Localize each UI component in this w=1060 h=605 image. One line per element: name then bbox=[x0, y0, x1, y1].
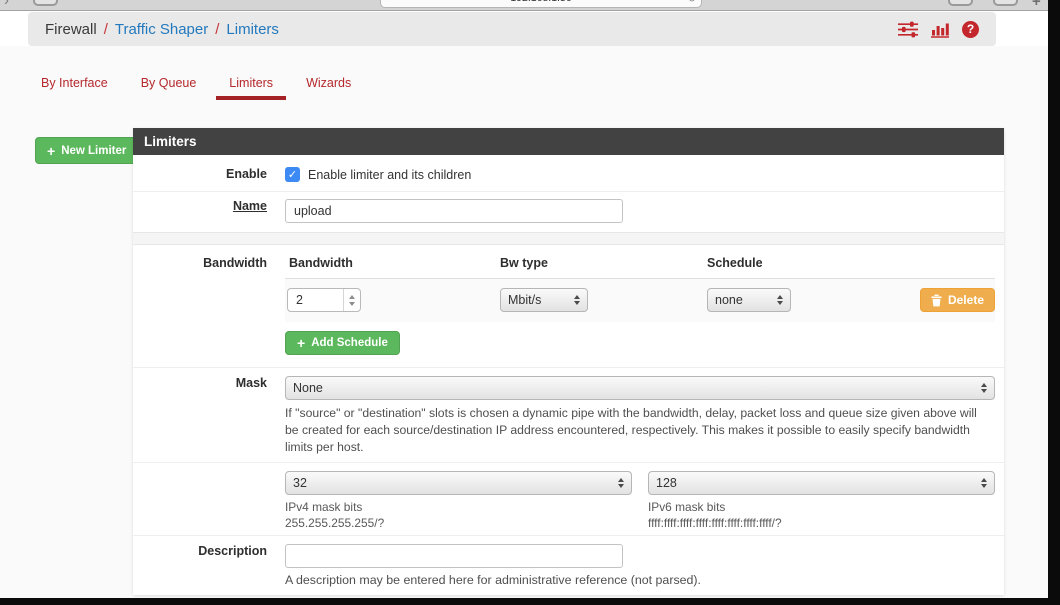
col-bandwidth: Bandwidth bbox=[285, 256, 500, 270]
select-arrows-icon bbox=[618, 478, 624, 488]
bandwidth-table-row: 2 Mbit/s none bbox=[285, 279, 995, 322]
ipv4-mask-value: 32 bbox=[293, 476, 612, 490]
breadcrumb-current[interactable]: Limiters bbox=[226, 21, 279, 38]
breadcrumb-section: Firewall bbox=[45, 21, 97, 38]
panel-title: Limiters bbox=[133, 128, 1004, 155]
ipv4-mask-help: IPv4 mask bits bbox=[285, 500, 632, 514]
ipv6-mask-select[interactable]: 128 bbox=[648, 471, 995, 495]
ipv6-mask-group: 128 IPv6 mask bits ffff:ffff:ffff:ffff:f… bbox=[648, 471, 995, 530]
tab-wizards[interactable]: Wizards bbox=[306, 76, 351, 100]
select-arrows-icon bbox=[574, 295, 580, 305]
browser-chrome: › 192.168.1.56 ↻ + bbox=[0, 0, 1048, 11]
bandwidth-table-header: Bandwidth Bw type Schedule bbox=[285, 256, 995, 279]
new-limiter-label: New Limiter bbox=[61, 145, 126, 157]
bandwidth-label: Bandwidth bbox=[133, 256, 285, 322]
tab-bar: By Interface By Queue Limiters Wizards bbox=[41, 76, 351, 100]
name-input[interactable] bbox=[285, 199, 623, 223]
header-icons: ? bbox=[898, 21, 979, 38]
col-schedule: Schedule bbox=[707, 256, 995, 270]
ipv6-mask-pattern: ffff:ffff:ffff:ffff:ffff:ffff:ffff:ffff/… bbox=[648, 516, 995, 530]
sliders-icon[interactable] bbox=[898, 21, 918, 38]
sidebar-button[interactable] bbox=[33, 0, 58, 6]
address-url: 192.168.1.56 bbox=[510, 0, 571, 4]
ipv4-mask-select[interactable]: 32 bbox=[285, 471, 632, 495]
select-arrows-icon bbox=[777, 295, 783, 305]
mask-select[interactable]: None bbox=[285, 376, 995, 400]
add-schedule-row: + Add Schedule bbox=[133, 322, 1004, 367]
reload-icon[interactable]: ↻ bbox=[688, 0, 696, 8]
new-tab-button[interactable]: + bbox=[1032, 0, 1041, 10]
stepper-icon[interactable] bbox=[343, 289, 360, 311]
enable-checkbox[interactable]: ✓ bbox=[285, 167, 300, 182]
bandwidth-value: 2 bbox=[288, 293, 343, 307]
breadcrumb-link-traffic-shaper[interactable]: Traffic Shaper bbox=[115, 21, 208, 38]
breadcrumb-separator: / bbox=[215, 21, 219, 38]
delete-label: Delete bbox=[948, 293, 984, 307]
browser-viewport: › 192.168.1.56 ↻ + Firewall / Traffic Sha… bbox=[0, 0, 1048, 598]
mask-value: None bbox=[293, 381, 975, 395]
new-limiter-button[interactable]: + New Limiter bbox=[35, 137, 138, 164]
bar-chart-icon[interactable] bbox=[931, 21, 949, 38]
description-input[interactable] bbox=[285, 544, 623, 568]
ipv6-mask-help: IPv6 mask bits bbox=[648, 500, 995, 514]
delete-button[interactable]: Delete bbox=[920, 288, 995, 312]
select-arrows-icon bbox=[981, 383, 987, 393]
description-label: Description bbox=[133, 544, 285, 587]
mask-help-text: If "source" or "destination" slots is ch… bbox=[285, 405, 995, 455]
description-help-text: A description may be entered here for ad… bbox=[285, 573, 995, 587]
name-row: Name bbox=[133, 191, 1004, 232]
share-button[interactable] bbox=[948, 0, 973, 6]
ipv6-mask-value: 128 bbox=[656, 476, 975, 490]
add-schedule-label: Add Schedule bbox=[311, 337, 388, 349]
mask-bits-row: 32 IPv4 mask bits 255.255.255.255/? 128 … bbox=[133, 462, 1004, 535]
address-bar[interactable]: 192.168.1.56 ↻ bbox=[380, 0, 702, 8]
col-bw-type: Bw type bbox=[500, 256, 707, 270]
name-label: Name bbox=[233, 199, 267, 213]
tab-by-interface[interactable]: By Interface bbox=[41, 76, 108, 100]
plus-icon: + bbox=[297, 338, 305, 348]
breadcrumb-separator: / bbox=[104, 21, 108, 38]
schedule-select[interactable]: none bbox=[707, 288, 791, 312]
bw-type-select[interactable]: Mbit/s bbox=[500, 288, 588, 312]
bandwidth-input[interactable]: 2 bbox=[287, 288, 361, 312]
plus-icon: + bbox=[47, 146, 55, 156]
mask-label: Mask bbox=[133, 376, 285, 455]
back-chevron-icon[interactable]: › bbox=[4, 0, 9, 9]
tab-by-queue[interactable]: By Queue bbox=[141, 76, 197, 100]
schedule-value: none bbox=[715, 293, 771, 307]
description-row: Description A description may be entered… bbox=[133, 535, 1004, 595]
bandwidth-row: Bandwidth Bandwidth Bw type Schedule 2 bbox=[133, 245, 1004, 322]
ipv4-mask-pattern: 255.255.255.255/? bbox=[285, 516, 632, 530]
ipv4-mask-group: 32 IPv4 mask bits 255.255.255.255/? bbox=[285, 471, 632, 530]
trash-icon bbox=[931, 294, 942, 307]
bw-type-value: Mbit/s bbox=[508, 293, 568, 307]
mask-row: Mask None If "source" or "destination" s… bbox=[133, 367, 1004, 462]
limiters-panel: Limiters Enable ✓ Enable limiter and its… bbox=[133, 128, 1004, 595]
enable-checkbox-label: Enable limiter and its children bbox=[308, 168, 471, 182]
section-separator bbox=[133, 232, 1004, 245]
breadcrumb: Firewall / Traffic Shaper / Limiters ? bbox=[28, 12, 996, 46]
tab-limiters[interactable]: Limiters bbox=[229, 76, 273, 100]
enable-row: Enable ✓ Enable limiter and its children bbox=[133, 155, 1004, 191]
select-arrows-icon bbox=[981, 478, 987, 488]
add-schedule-button[interactable]: + Add Schedule bbox=[285, 331, 400, 355]
enable-label: Enable bbox=[133, 167, 285, 182]
tabs-button[interactable] bbox=[993, 0, 1018, 6]
help-icon[interactable]: ? bbox=[962, 21, 979, 38]
